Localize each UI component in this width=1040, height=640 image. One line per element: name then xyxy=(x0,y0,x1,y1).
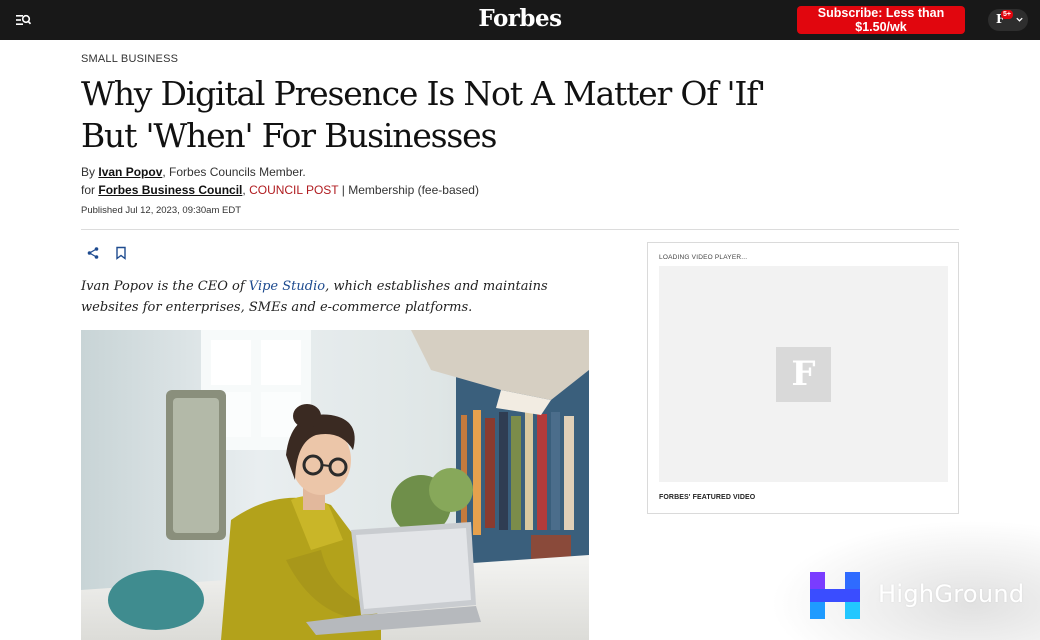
published-date: Published Jul 12, 2023, 09:30am EDT xyxy=(81,205,242,216)
top-navigation-bar: Forbes Subscribe: Less than $1.50/wk F 5… xyxy=(0,0,1040,40)
highground-watermark-text: HighGround xyxy=(878,580,1025,608)
highground-logo-icon xyxy=(810,572,860,619)
account-menu-button[interactable]: F 5+ xyxy=(988,9,1028,31)
header-divider xyxy=(81,229,959,230)
video-player[interactable]: F xyxy=(659,266,948,482)
author-link[interactable]: Ivan Popov xyxy=(98,165,162,179)
bookmark-icon[interactable] xyxy=(115,246,127,260)
share-icon[interactable] xyxy=(86,246,100,260)
woman-at-laptop-photo xyxy=(81,330,589,640)
article-headline: Why Digital Presence Is Not A Matter Of … xyxy=(81,74,766,155)
council-post-label[interactable]: COUNCIL POST xyxy=(249,183,338,197)
council-link[interactable]: Forbes Business Council xyxy=(98,183,242,197)
featured-video-panel: LOADING VIDEO PLAYER... F FORBES' FEATUR… xyxy=(647,242,959,514)
chevron-down-icon xyxy=(1016,17,1023,22)
article-hero-image xyxy=(81,330,589,640)
vipe-studio-link[interactable]: Vipe Studio xyxy=(249,279,325,294)
byline-separator: | xyxy=(341,183,345,197)
membership-label: Membership (fee-based) xyxy=(348,183,479,197)
council-line: for Forbes Business Council, COUNCIL POS… xyxy=(81,183,479,197)
byline: By Ivan Popov, Forbes Councils Member. xyxy=(81,165,306,179)
author-role: Forbes Councils Member. xyxy=(169,165,306,179)
section-kicker[interactable]: SMALL BUSINESS xyxy=(81,53,178,65)
byline-by: By xyxy=(81,165,96,179)
video-caption: FORBES' FEATURED VIDEO xyxy=(659,494,756,501)
video-loading-text: LOADING VIDEO PLAYER... xyxy=(659,254,748,261)
notification-badge: 5+ xyxy=(1001,10,1013,19)
subscribe-button[interactable]: Subscribe: Less than $1.50/wk xyxy=(797,6,965,34)
lede-prefix: Ivan Popov is the CEO of xyxy=(81,279,249,294)
article-lede: Ivan Popov is the CEO of Vipe Studio, wh… xyxy=(81,276,601,318)
forbes-f-logo: F xyxy=(776,347,831,402)
byline-for: for xyxy=(81,183,96,197)
